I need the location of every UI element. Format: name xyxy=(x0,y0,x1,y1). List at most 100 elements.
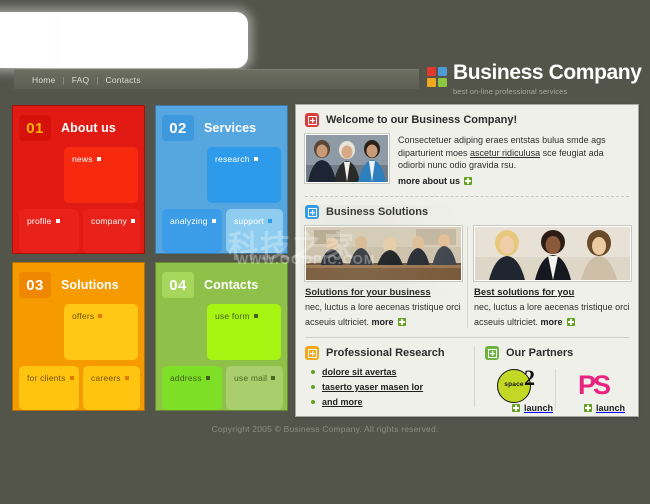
bullet-icon xyxy=(124,376,129,380)
hero-placeholder-glow xyxy=(0,14,248,68)
tile-subitem-profile[interactable]: profile xyxy=(19,209,79,253)
partner-launch-label: launch xyxy=(523,403,553,413)
bullet-icon xyxy=(98,314,103,318)
solutions-columns: Solutions for your business nec, luctus … xyxy=(304,225,632,328)
brand-logo[interactable]: Business Company best on-line profession… xyxy=(427,62,642,97)
welcome-text: Consectetuer adiping eraes entstas bulua… xyxy=(398,134,629,187)
welcome-inline-link[interactable]: ascetur ridiculusa xyxy=(470,148,540,158)
research-link[interactable]: taserto yaser masen lor xyxy=(322,382,423,392)
tile-solutions[interactable]: 03 Solutions offers for clients careers xyxy=(12,262,145,411)
tile-subitems: use form address use mail xyxy=(156,302,287,410)
solution-card: Best solutions for you nec, luctus a lor… xyxy=(467,225,632,328)
bullet-icon xyxy=(311,400,315,404)
tile-title: About us xyxy=(61,121,116,135)
solution-more-link[interactable]: more xyxy=(372,316,406,328)
tile-number: 01 xyxy=(19,115,51,141)
research-section: Professional Research dolore sit avertas… xyxy=(305,346,474,413)
solution-more-label: more xyxy=(540,317,563,327)
tile-subitem-for-clients[interactable]: for clients xyxy=(19,366,79,410)
footer-copyright: Copyright 2005 © Business Company. All r… xyxy=(211,424,439,434)
bullet-icon xyxy=(271,376,276,380)
nav-item-contacts[interactable]: Contacts xyxy=(99,75,148,85)
bottom-sections: Professional Research dolore sit avertas… xyxy=(305,346,629,413)
plus-box-icon xyxy=(305,205,319,219)
partner-item: PS launch xyxy=(555,367,629,413)
partners-title: Our Partners xyxy=(506,347,574,359)
plus-icon xyxy=(464,176,473,185)
main-navigation[interactable]: Home | FAQ | Contacts xyxy=(14,69,419,89)
research-link[interactable]: and more xyxy=(322,397,363,407)
solution-more-link[interactable]: more xyxy=(541,316,575,328)
tile-subitem-offers[interactable]: offers xyxy=(64,304,138,360)
tile-subitem-research[interactable]: research xyxy=(207,147,281,203)
tile-subitem-careers[interactable]: careers xyxy=(83,366,140,410)
ps-logo-icon[interactable]: PS xyxy=(557,367,629,403)
plus-box-icon xyxy=(305,113,319,127)
tile-title: Services xyxy=(204,121,257,135)
welcome-body: Consectetuer adiping eraes entstas bulua… xyxy=(304,133,629,187)
bullet-icon xyxy=(130,219,135,223)
tile-subitem-support[interactable]: support xyxy=(226,209,283,253)
three-businesswomen-photo xyxy=(475,227,630,280)
tile-subitem-label: news xyxy=(72,154,93,164)
tile-subitem-label: careers xyxy=(91,373,121,383)
research-link[interactable]: dolore sit avertas xyxy=(322,367,397,377)
partner-item: space 2 launch xyxy=(485,367,557,413)
research-section-header: Professional Research xyxy=(305,346,474,360)
solution-heading-link[interactable]: Best solutions for you xyxy=(474,287,631,298)
tile-number: 02 xyxy=(162,115,194,141)
partners-section-header: Our Partners xyxy=(485,346,629,360)
bullet-icon xyxy=(211,219,216,223)
tile-subitem-label: for clients xyxy=(27,373,66,383)
ps-logo-text: PS xyxy=(577,370,611,400)
main-content-panel: Welcome to our Business Company! Consect… xyxy=(295,104,639,417)
solution-photo xyxy=(304,225,463,282)
bullet-icon xyxy=(311,385,315,389)
tile-contacts[interactable]: 04 Contacts use form address use mail xyxy=(155,262,288,411)
partner-launch-link[interactable]: launch xyxy=(485,403,557,413)
brand-title: Business Company xyxy=(453,61,642,84)
solution-text: nec, luctus a lore aecenas tristique orc… xyxy=(474,301,631,328)
category-tiles: 01 About us news profile company 02 Services re… xyxy=(12,105,289,416)
boardroom-meeting-photo xyxy=(306,227,461,280)
brand-tagline: best on-line professional services xyxy=(453,87,568,96)
tile-subitems: offers for clients careers xyxy=(13,302,144,410)
bullet-icon xyxy=(311,370,315,374)
page-root: Home | FAQ | Contacts Business Company best … xyxy=(0,0,650,504)
logo-square-3 xyxy=(427,78,436,87)
tile-subitem-company[interactable]: company xyxy=(83,209,140,253)
tile-subitem-label: research xyxy=(215,154,250,164)
more-about-us-link[interactable]: more about us xyxy=(398,175,473,188)
plus-icon xyxy=(511,404,520,412)
bullet-icon xyxy=(267,219,272,223)
nav-item-home[interactable]: Home xyxy=(25,75,62,85)
solution-photo xyxy=(473,225,632,282)
tile-subitems: research analyzing support xyxy=(156,145,287,253)
solution-text: nec, luctus a lore aecenas tristique orc… xyxy=(305,301,462,328)
tile-subitem-news[interactable]: news xyxy=(64,147,138,203)
logo-squares-icon xyxy=(427,67,447,87)
tile-subitem-use-mail[interactable]: use mail xyxy=(226,366,283,410)
tile-subitem-use-form[interactable]: use form xyxy=(207,304,281,360)
tile-about-us[interactable]: 01 About us news profile company xyxy=(12,105,145,254)
brand-text: Business Company best on-line profession… xyxy=(453,62,642,97)
solution-heading-link[interactable]: Solutions for your business xyxy=(305,287,462,298)
tile-subitem-address[interactable]: address xyxy=(162,366,222,410)
navigation-list: Home | FAQ | Contacts xyxy=(14,70,419,89)
nav-item-faq[interactable]: FAQ xyxy=(65,75,97,85)
solutions-section-header: Business Solutions xyxy=(305,205,629,219)
tile-title: Contacts xyxy=(204,278,259,292)
three-people-photo xyxy=(306,135,388,182)
tile-subitem-label: use form xyxy=(215,311,250,321)
tile-header: 02 Services xyxy=(156,106,287,145)
tile-subitem-analyzing[interactable]: analyzing xyxy=(162,209,222,253)
tile-subitem-label: support xyxy=(234,216,264,226)
tile-subitem-label: offers xyxy=(72,311,95,321)
tile-services[interactable]: 02 Services research analyzing support xyxy=(155,105,288,254)
space2-logo-icon[interactable]: space 2 xyxy=(485,367,557,403)
plus-box-icon xyxy=(305,346,319,360)
research-link-list: dolore sit avertas taserto yaser masen lo… xyxy=(305,367,474,407)
partner-launch-link[interactable]: launch xyxy=(557,403,629,413)
logo-square-1 xyxy=(427,67,436,76)
bullet-icon xyxy=(69,376,74,380)
